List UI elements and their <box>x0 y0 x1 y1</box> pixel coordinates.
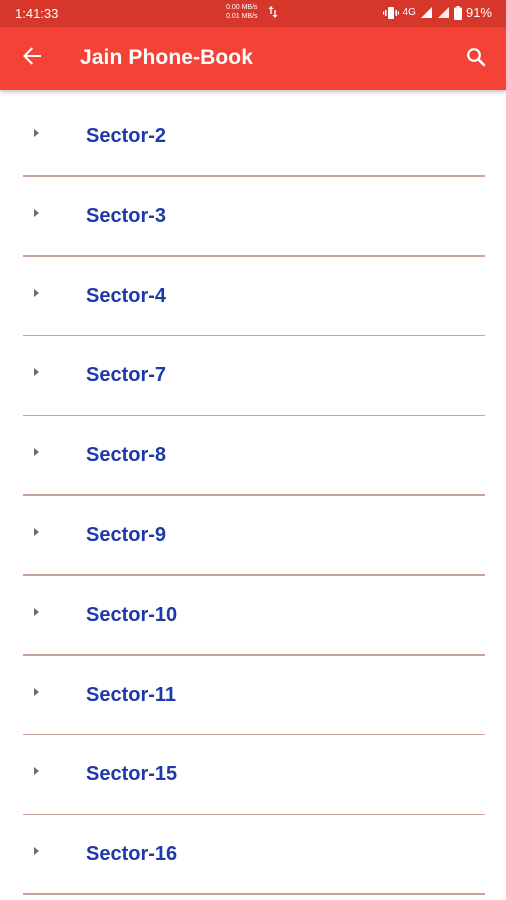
list-item-sector-8[interactable]: Sector-8 <box>0 416 506 496</box>
status-time: 1:41:33 <box>15 6 59 21</box>
network-speed-down: 0.00 MB/s <box>226 4 258 11</box>
list-item-sector-7[interactable]: Sector-7 <box>0 336 506 417</box>
list-item-label: Sector-8 <box>86 444 167 467</box>
list-item-sector-9[interactable]: Sector-9 <box>0 496 506 576</box>
list-item-label: Sector-11 <box>86 683 177 706</box>
chevron-right-icon <box>34 527 39 536</box>
battery-level: 91% <box>465 5 492 20</box>
divider <box>23 893 485 895</box>
status-icons: 4G 91% <box>382 5 492 20</box>
list-item-label: Sector-4 <box>86 284 167 307</box>
chevron-right-icon <box>34 368 39 377</box>
signal-icon <box>420 6 433 19</box>
list-item-sector-4[interactable]: Sector-4 <box>0 257 506 337</box>
chevron-right-icon <box>34 607 39 616</box>
chevron-right-icon <box>34 129 39 137</box>
list-item-label: Sector-3 <box>86 204 167 227</box>
chevron-right-icon <box>34 208 39 217</box>
list-item-label: Sector-9 <box>86 523 167 546</box>
chevron-right-icon <box>34 448 39 457</box>
chevron-right-icon <box>34 288 39 297</box>
status-bar: 1:41:33 0.00 MB/s 0.01 MB/s 4G 91% <box>0 0 506 27</box>
app-title: Jain Phone-Book <box>80 46 254 69</box>
list-item-sector-16[interactable]: Sector-16 <box>0 815 506 895</box>
app-bar: Jain Phone-Book <box>0 27 506 90</box>
back-button[interactable] <box>14 40 50 76</box>
search-icon <box>466 47 486 72</box>
network-type: 4G <box>402 7 416 18</box>
list-item-sector-3[interactable]: Sector-3 <box>0 177 506 257</box>
network-speed: 0.00 MB/s 0.01 MB/s <box>226 3 258 21</box>
list-item-sector-2[interactable]: Sector-2 <box>0 97 506 177</box>
search-button[interactable] <box>458 41 494 77</box>
battery-icon <box>453 5 462 20</box>
signal-icon-2 <box>437 6 450 19</box>
list-item-sector-10[interactable]: Sector-10 <box>0 576 506 656</box>
list-item-label: Sector-7 <box>86 364 167 387</box>
vibrate-icon <box>382 6 399 20</box>
chevron-right-icon <box>34 847 39 856</box>
sector-list: Sector-2 Sector-3 Sector-4 Sector-7 Sect… <box>0 97 506 895</box>
data-transfer-icon <box>268 5 278 22</box>
network-speed-up: 0.01 MB/s <box>226 13 258 20</box>
list-item-sector-11[interactable]: Sector-11 <box>0 656 506 736</box>
arrow-left-icon <box>22 46 42 71</box>
chevron-right-icon <box>34 687 39 696</box>
list-item-sector-15[interactable]: Sector-15 <box>0 735 506 816</box>
list-item-label: Sector-2 <box>86 125 167 147</box>
list-item-label: Sector-10 <box>86 603 178 626</box>
list-item-label: Sector-15 <box>86 763 178 786</box>
chevron-right-icon <box>34 767 39 776</box>
list-item-label: Sector-16 <box>86 843 178 866</box>
